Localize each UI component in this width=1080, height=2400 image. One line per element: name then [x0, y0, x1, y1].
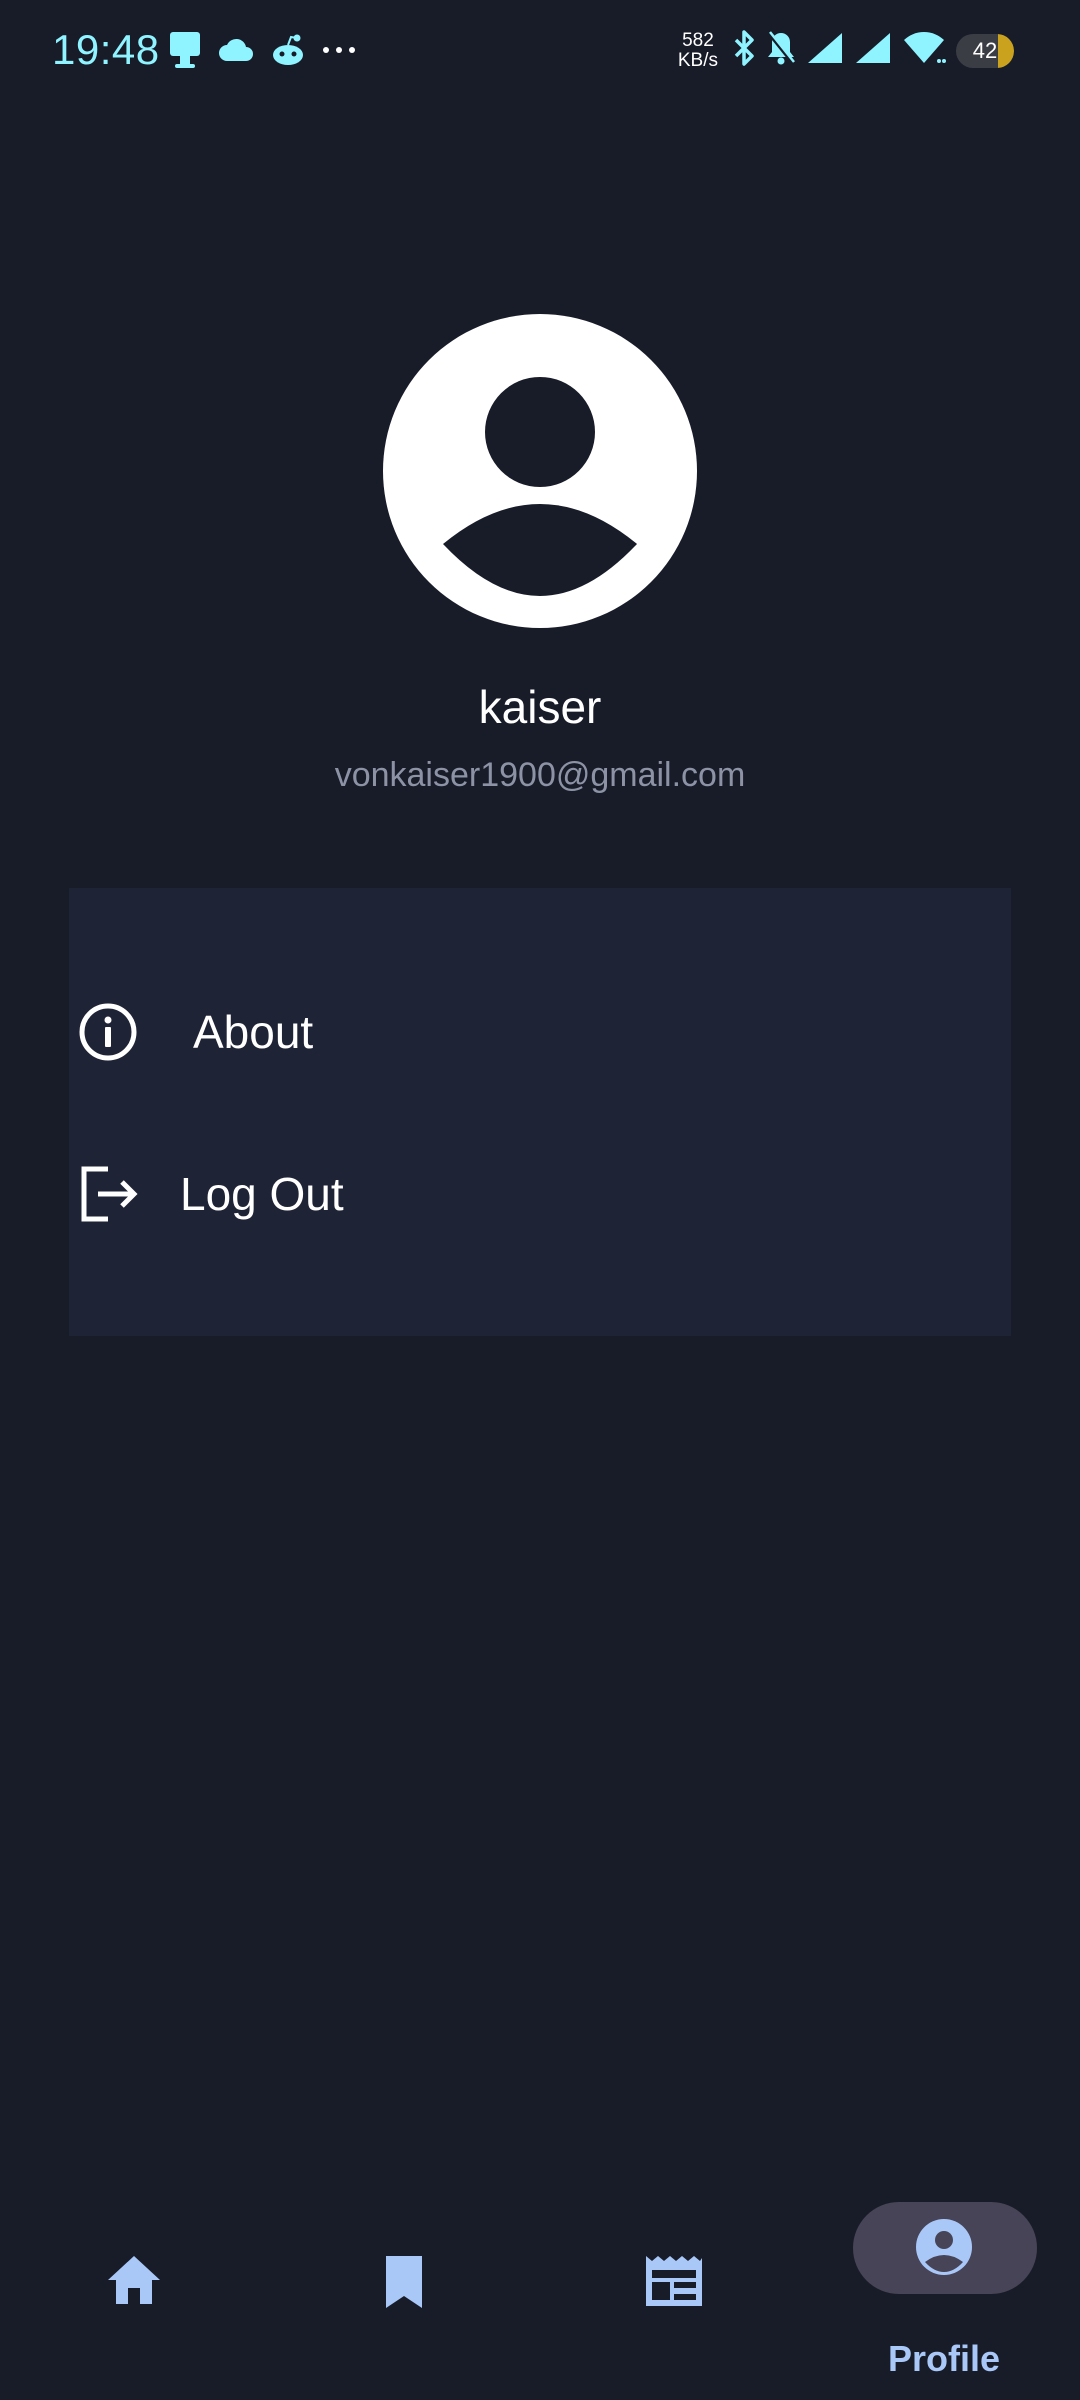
battery-level: 42: [972, 37, 998, 63]
home-icon: [106, 2254, 162, 2306]
about-menu-item[interactable]: About: [0, 972, 942, 1092]
nav-saved[interactable]: [304, 2180, 504, 2400]
nav-profile[interactable]: Profile: [844, 2180, 1044, 2400]
cloud-icon: [218, 37, 254, 63]
signal-icon: [806, 31, 844, 70]
bottom-navigation: Profile: [0, 2180, 1080, 2400]
net-speed: 582 KB/s: [677, 29, 718, 71]
reddit-icon: [270, 33, 306, 67]
user-name: kaiser: [478, 681, 602, 733]
mute-bell-icon: [766, 30, 796, 71]
bookmark-icon: [381, 2254, 427, 2310]
account-circle-icon: [383, 314, 697, 628]
profile-icon: [915, 2218, 973, 2276]
notification-icons: [168, 30, 356, 70]
status-time: 19:48: [52, 26, 160, 73]
signal-icon-2: [854, 31, 892, 70]
wifi-icon: [902, 31, 946, 70]
nav-home[interactable]: [34, 2180, 234, 2400]
net-speed-value: 582: [682, 29, 714, 51]
bluetooth-icon: [732, 30, 756, 71]
usb-icon: [168, 30, 202, 70]
info-icon: [78, 1002, 138, 1062]
newspaper-icon: [644, 2254, 704, 2308]
status-bar: 19:48 582 KB/s 42: [0, 0, 1080, 104]
about-label: About: [193, 1006, 314, 1058]
more-dots-icon: [322, 45, 356, 55]
user-email: vonkaiser1900@gmail.com: [334, 756, 746, 794]
settings-card: [69, 888, 1011, 1336]
nav-news[interactable]: [574, 2180, 774, 2400]
net-speed-unit: KB/s: [677, 49, 718, 71]
logout-icon: [78, 1164, 138, 1224]
nav-profile-label: Profile: [887, 2338, 1001, 2379]
system-icons: 582 KB/s 42: [678, 30, 1014, 71]
logout-label: Log Out: [180, 1168, 344, 1220]
logout-menu-item[interactable]: Log Out: [0, 1134, 942, 1254]
battery-indicator: 42: [956, 33, 1014, 68]
avatar: [383, 314, 697, 628]
profile-screen: 19:48 582 KB/s 42 kaiser vonkaiser1900@g…: [0, 0, 1080, 2400]
